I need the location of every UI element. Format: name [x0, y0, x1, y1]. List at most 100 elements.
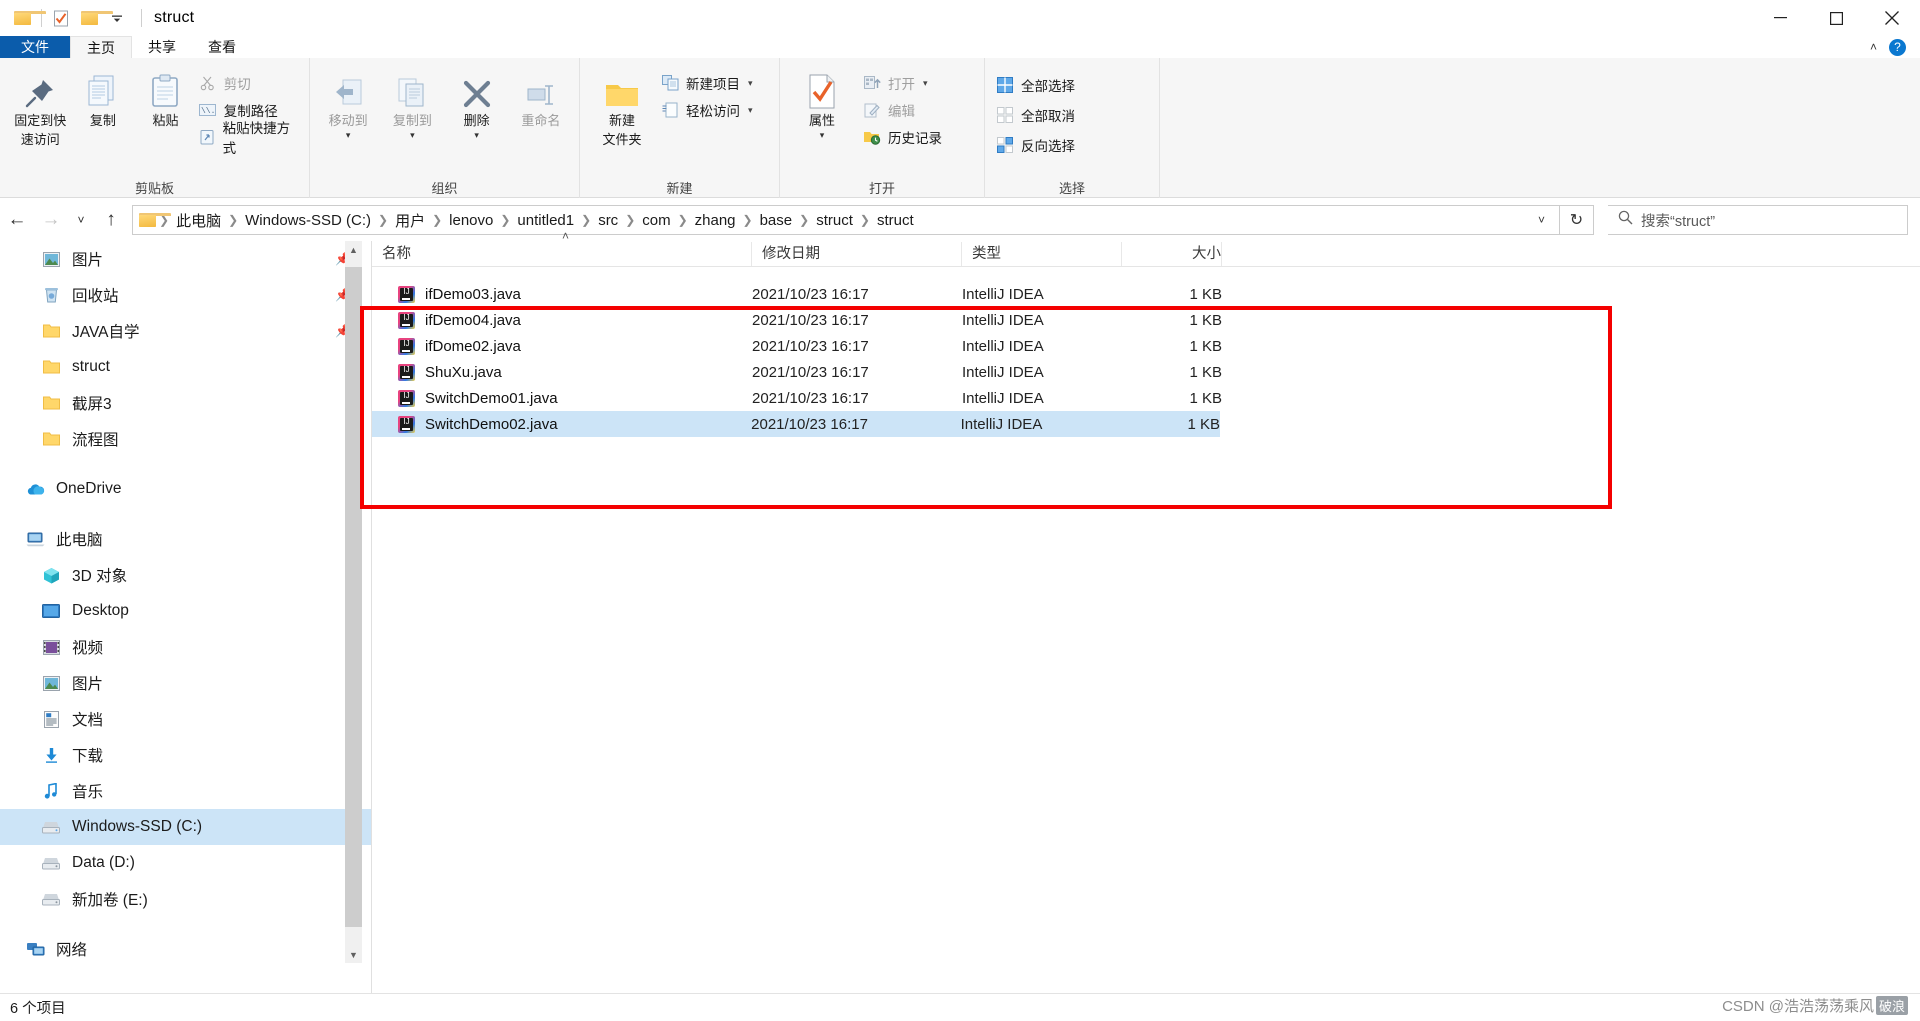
back-button[interactable]: ←	[0, 203, 34, 237]
scrollbar-thumb[interactable]	[345, 267, 362, 927]
breadcrumb-item-untitled1[interactable]: untitled1	[511, 212, 580, 229]
breadcrumb-dropdown-icon[interactable]: ˅	[1530, 213, 1553, 227]
help-icon[interactable]: ?	[1889, 38, 1906, 56]
breadcrumb-item-lenovo[interactable]: lenovo	[443, 212, 499, 229]
edit-button[interactable]: 编辑	[862, 99, 942, 121]
folder-icon[interactable]	[75, 4, 113, 32]
breadcrumb-item-com[interactable]: com	[636, 212, 676, 229]
collapse-ribbon-icon[interactable]: ˄	[1870, 40, 1877, 54]
select-all-button[interactable]: 全部选择	[995, 74, 1075, 96]
copy-to-button[interactable]: 复制到 ▾	[384, 64, 440, 140]
breadcrumb-item-src[interactable]: src	[592, 212, 624, 229]
maximize-button[interactable]	[1808, 0, 1864, 36]
tab-file[interactable]: 文件	[0, 36, 70, 58]
table-row[interactable]: IJ ifDemo04.java 2021/10/23 16:17 Intell…	[372, 307, 1920, 333]
properties-icon	[807, 70, 837, 110]
breadcrumb-item-this-pc[interactable]: 此电脑	[170, 210, 227, 231]
ribbon-group-open: 属性 ▾ 打开 ▾ 编辑 历史记录 打开	[780, 58, 985, 198]
sidebar-item-desktop[interactable]: Desktop	[0, 593, 372, 629]
tab-view[interactable]: 查看	[192, 36, 252, 58]
column-header-date-modified[interactable]: 修改日期	[752, 242, 962, 266]
paste-button[interactable]: 粘贴	[135, 64, 196, 129]
table-row[interactable]: IJ SwitchDemo02.java 2021/10/23 16:17 In…	[372, 411, 1220, 437]
breadcrumb-bar[interactable]: ❯ 此电脑 ❯ Windows-SSD (C:) ❯ 用户 ❯ lenovo ❯…	[132, 205, 1560, 235]
breadcrumb-item-struct[interactable]: struct	[810, 212, 859, 229]
breadcrumb-item-users[interactable]: 用户	[389, 210, 431, 231]
minimize-button[interactable]	[1752, 0, 1808, 36]
sidebar-item-pictures-qa[interactable]: 图片 📌	[0, 241, 372, 277]
sidebar-item-struct[interactable]: struct	[0, 349, 372, 385]
tab-home[interactable]: 主页	[70, 36, 132, 58]
cut-button[interactable]: 剪切	[198, 72, 299, 94]
chevron-down-icon[interactable]: ▾	[748, 78, 753, 89]
breadcrumb-item-struct-leaf[interactable]: struct	[871, 212, 920, 229]
invert-selection-button[interactable]: 反向选择	[995, 134, 1075, 156]
column-header-name[interactable]: ˄ 名称	[372, 229, 752, 266]
sidebar-item-this-pc[interactable]: 此电脑	[0, 521, 372, 557]
sidebar-item-pictures[interactable]: 图片	[0, 665, 372, 701]
scroll-up-arrow-icon[interactable]: ▲	[345, 241, 362, 258]
chevron-down-icon[interactable]: ▾	[923, 78, 928, 89]
sidebar-item-new-volume-e[interactable]: 新加卷 (E:)	[0, 881, 372, 917]
table-row[interactable]: IJ SwitchDemo01.java 2021/10/23 16:17 In…	[372, 385, 1920, 411]
sidebar-item-data-d[interactable]: Data (D:)	[0, 845, 372, 881]
breadcrumb-item-windows-ssd[interactable]: Windows-SSD (C:)	[239, 212, 377, 229]
breadcrumb-item-zhang[interactable]: zhang	[689, 212, 742, 229]
paste-shortcut-button[interactable]: 粘贴快捷方式	[198, 121, 299, 156]
chevron-down-icon[interactable]: ▾	[820, 131, 825, 140]
chevron-down-icon[interactable]: ▾	[346, 131, 351, 140]
chevron-down-icon[interactable]: ▾	[748, 105, 753, 116]
new-folder-button[interactable]: 新建 文件夹	[590, 64, 654, 148]
checkbox-doc-icon[interactable]	[47, 4, 75, 32]
paste-shortcut-icon	[198, 128, 217, 146]
move-to-button[interactable]: 移动到 ▾	[320, 64, 376, 140]
search-icon	[1618, 210, 1633, 230]
sidebar-item-recycle-bin[interactable]: 回收站 📌	[0, 277, 372, 313]
table-row[interactable]: IJ ifDemo03.java 2021/10/23 16:17 Intell…	[372, 281, 1920, 307]
tab-share[interactable]: 共享	[132, 36, 192, 58]
sidebar-item-java-self-study[interactable]: JAVA自学 📌	[0, 313, 372, 349]
sidebar-item-network[interactable]: 网络	[0, 931, 372, 967]
sidebar-item-documents[interactable]: 文档	[0, 701, 372, 737]
recent-locations-button[interactable]: ˅	[68, 203, 94, 237]
table-row[interactable]: IJ ShuXu.java 2021/10/23 16:17 IntelliJ …	[372, 359, 1920, 385]
search-input[interactable]: 搜索“struct”	[1608, 205, 1908, 235]
open-button[interactable]: 打开 ▾	[862, 72, 942, 94]
sidebar-item-windows-ssd[interactable]: Windows-SSD (C:)	[0, 809, 372, 845]
sidebar-item-videos[interactable]: 视频	[0, 629, 372, 665]
close-button[interactable]	[1864, 0, 1920, 36]
sidebar-item-downloads[interactable]: 下载	[0, 737, 372, 773]
select-none-button[interactable]: 全部取消	[995, 104, 1075, 126]
delete-button[interactable]: 删除 ▾	[449, 64, 505, 140]
easy-access-button[interactable]: 轻松访问 ▾	[660, 99, 753, 121]
dropdown-caret-icon[interactable]	[103, 4, 131, 32]
sidebar-item-3d-objects[interactable]: 3D 对象	[0, 557, 372, 593]
sidebar-item-onedrive[interactable]: OneDrive	[0, 471, 372, 507]
forward-button[interactable]: →	[34, 203, 68, 237]
up-button[interactable]: ↑	[94, 203, 128, 237]
new-item-button[interactable]: 新建项目 ▾	[660, 72, 753, 94]
copy-button[interactable]: 复制	[73, 64, 134, 129]
history-button[interactable]: 历史记录	[862, 126, 942, 148]
ribbon-group-label-clipboard: 剪贴板	[134, 180, 174, 196]
file-type-cell: IntelliJ IDEA	[962, 337, 1044, 355]
watermark-badge: 破浪	[1875, 996, 1908, 1015]
sidebar-item-music[interactable]: 音乐	[0, 773, 372, 809]
table-row[interactable]: IJ ifDome02.java 2021/10/23 16:17 Intell…	[372, 333, 1920, 359]
file-date-cell: 2021/10/23 16:17	[752, 363, 869, 381]
sidebar-item-flowchart[interactable]: 流程图	[0, 421, 372, 457]
navigation-scrollbar[interactable]: ▲ ▼	[345, 241, 362, 963]
rename-button[interactable]: 重命名	[513, 64, 569, 129]
pin-to-quick-access-button[interactable]: 固定到快 速访问	[10, 64, 71, 148]
breadcrumb-item-base[interactable]: base	[754, 212, 799, 229]
scroll-down-arrow-icon[interactable]: ▼	[345, 946, 362, 963]
refresh-button[interactable]: ↻	[1560, 205, 1594, 235]
column-header-size[interactable]: 大小	[1122, 242, 1222, 266]
sidebar-item-screenshot3[interactable]: 截屏3	[0, 385, 372, 421]
folder-icon[interactable]	[8, 4, 46, 32]
properties-button[interactable]: 属性 ▾	[790, 64, 854, 140]
chevron-down-icon[interactable]: ▾	[410, 131, 415, 140]
column-header-type[interactable]: 类型	[962, 242, 1122, 266]
chevron-down-icon[interactable]: ▾	[474, 131, 479, 140]
breadcrumb-separator: ❯	[859, 213, 870, 227]
